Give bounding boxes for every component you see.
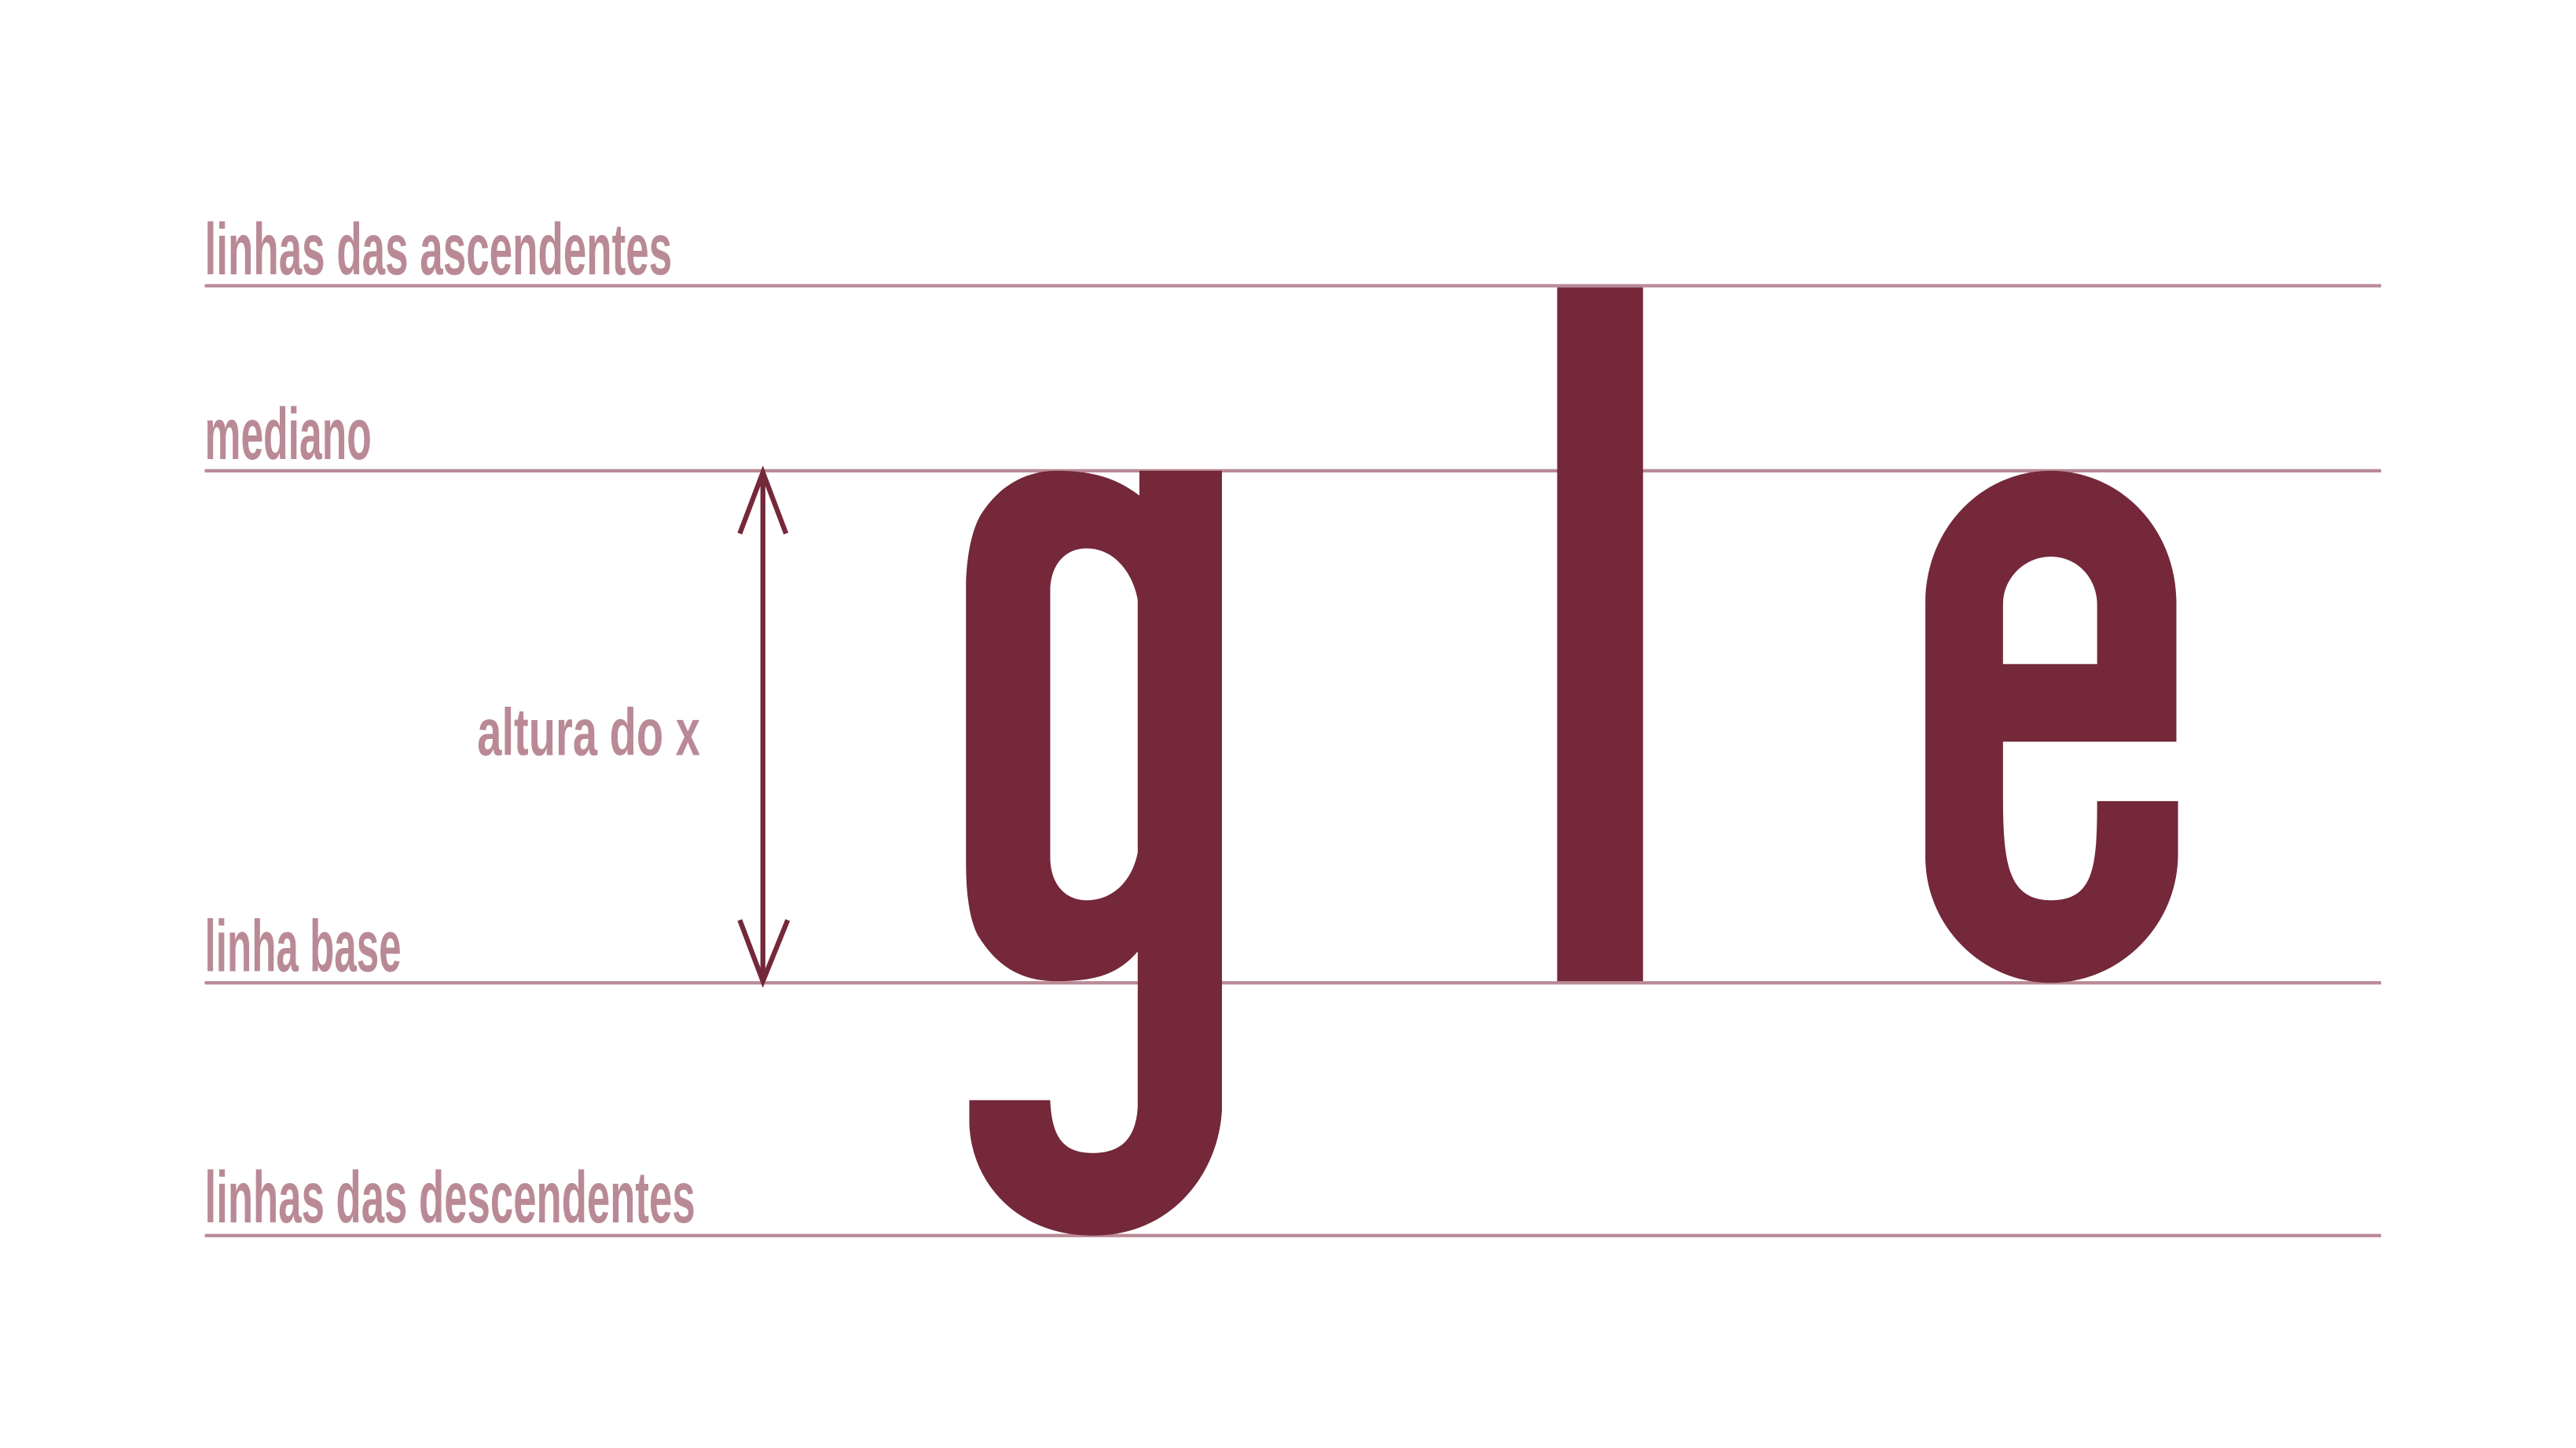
typography-diagram: linhas das ascendentes mediano altura do… <box>204 208 2382 1238</box>
letter-l-glyph <box>1557 287 1643 982</box>
descender-label: linhas das descendentes <box>205 1156 695 1238</box>
x-height-arrow <box>737 465 791 988</box>
letter-e-glyph <box>1925 470 2178 983</box>
x-height-label: altura do x <box>477 695 700 769</box>
baseline-label: linha base <box>205 906 402 987</box>
letter-g-glyph <box>966 470 1222 1236</box>
ascender-label: linhas das ascendentes <box>205 208 673 290</box>
mean-label: mediano <box>205 393 372 475</box>
